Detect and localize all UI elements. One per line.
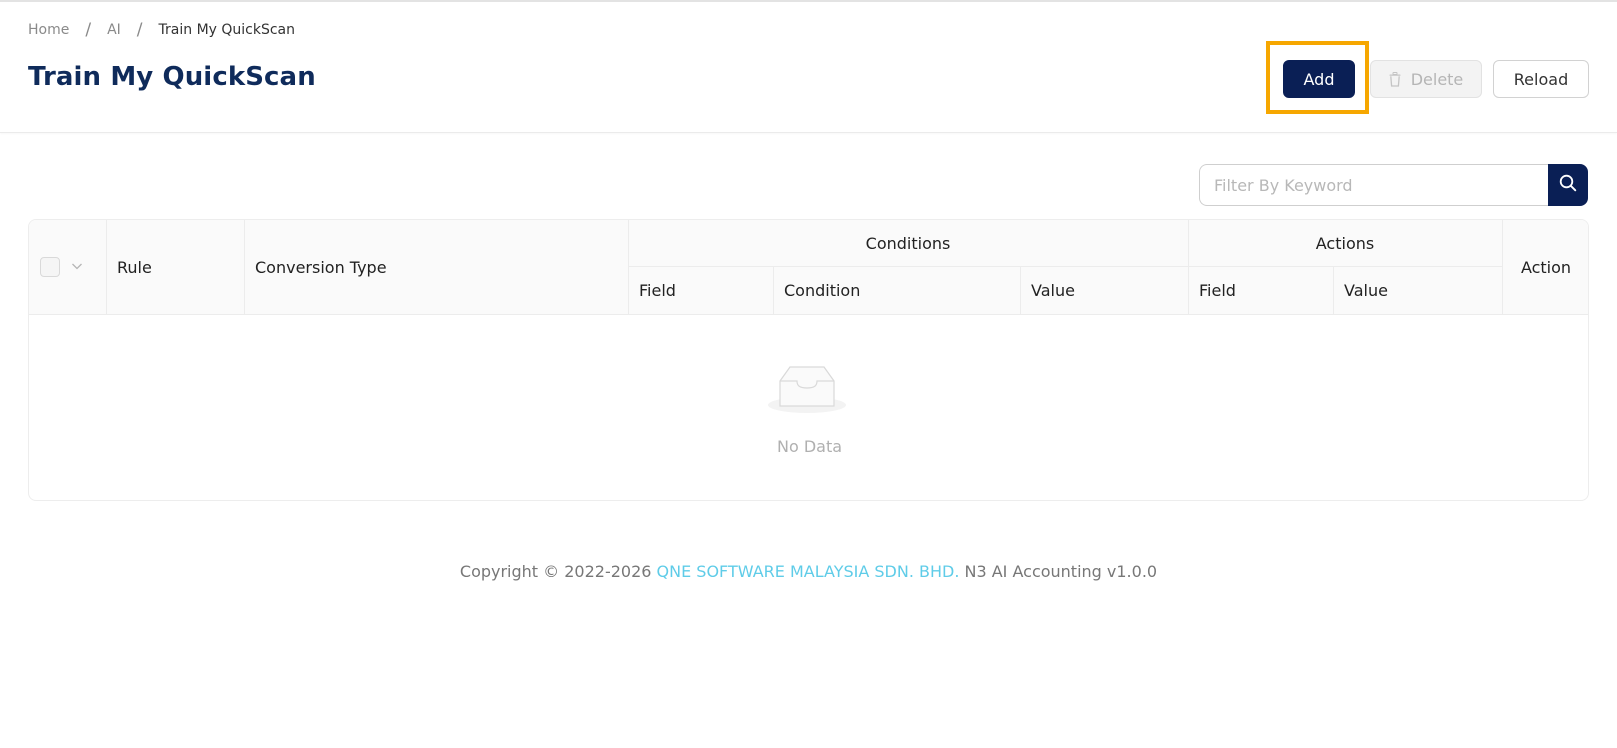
column-header-conditions-value[interactable]: Value — [1031, 266, 1075, 315]
empty-state: No Data — [29, 316, 1588, 500]
column-header-actions-value[interactable]: Value — [1344, 266, 1388, 315]
rules-table: Rule Conversion Type Conditions Field Co… — [28, 219, 1589, 501]
column-header-conditions-field[interactable]: Field — [639, 266, 676, 315]
column-group-actions: Actions — [1315, 233, 1375, 253]
breadcrumb-current: Train My QuickScan — [158, 22, 296, 38]
search-button[interactable] — [1548, 164, 1588, 206]
select-all-checkbox[interactable] — [40, 257, 60, 277]
breadcrumb-ai[interactable]: AI — [107, 22, 121, 38]
table-header: Rule Conversion Type Conditions Field Co… — [29, 220, 1588, 315]
column-header-action: Action — [1520, 258, 1572, 277]
column-header-rule[interactable]: Rule — [117, 220, 152, 315]
search-icon — [1559, 174, 1577, 196]
search-input[interactable] — [1199, 164, 1548, 206]
footer-version: N3 AI Accounting v1.0.0 — [959, 562, 1158, 581]
footer: Copyright © 2022-2026 QNE SOFTWARE MALAY… — [0, 562, 1617, 581]
column-group-conditions: Conditions — [865, 233, 951, 253]
breadcrumb-separator: / — [85, 20, 92, 40]
delete-button[interactable]: Delete — [1370, 60, 1482, 98]
breadcrumb: Home / AI / Train My QuickScan — [28, 20, 295, 40]
breadcrumb-separator: / — [136, 20, 143, 40]
column-header-conditions-condition[interactable]: Condition — [784, 266, 860, 315]
inbox-icon — [767, 360, 847, 416]
column-header-actions-field[interactable]: Field — [1199, 266, 1236, 315]
chevron-down-icon[interactable] — [70, 258, 84, 272]
add-button[interactable]: Add — [1283, 60, 1355, 98]
reload-button[interactable]: Reload — [1493, 60, 1589, 98]
breadcrumb-home[interactable]: Home — [28, 22, 69, 38]
column-header-conversion-type[interactable]: Conversion Type — [255, 220, 387, 315]
trash-icon — [1389, 71, 1401, 87]
page-title: Train My QuickScan — [28, 62, 316, 92]
footer-company-link[interactable]: QNE SOFTWARE MALAYSIA SDN. BHD. — [657, 562, 960, 581]
footer-copyright: Copyright © 2022-2026 — [459, 562, 657, 581]
search-bar — [1199, 164, 1588, 206]
empty-state-text: No Data — [776, 437, 843, 456]
delete-button-label: Delete — [1410, 69, 1464, 89]
